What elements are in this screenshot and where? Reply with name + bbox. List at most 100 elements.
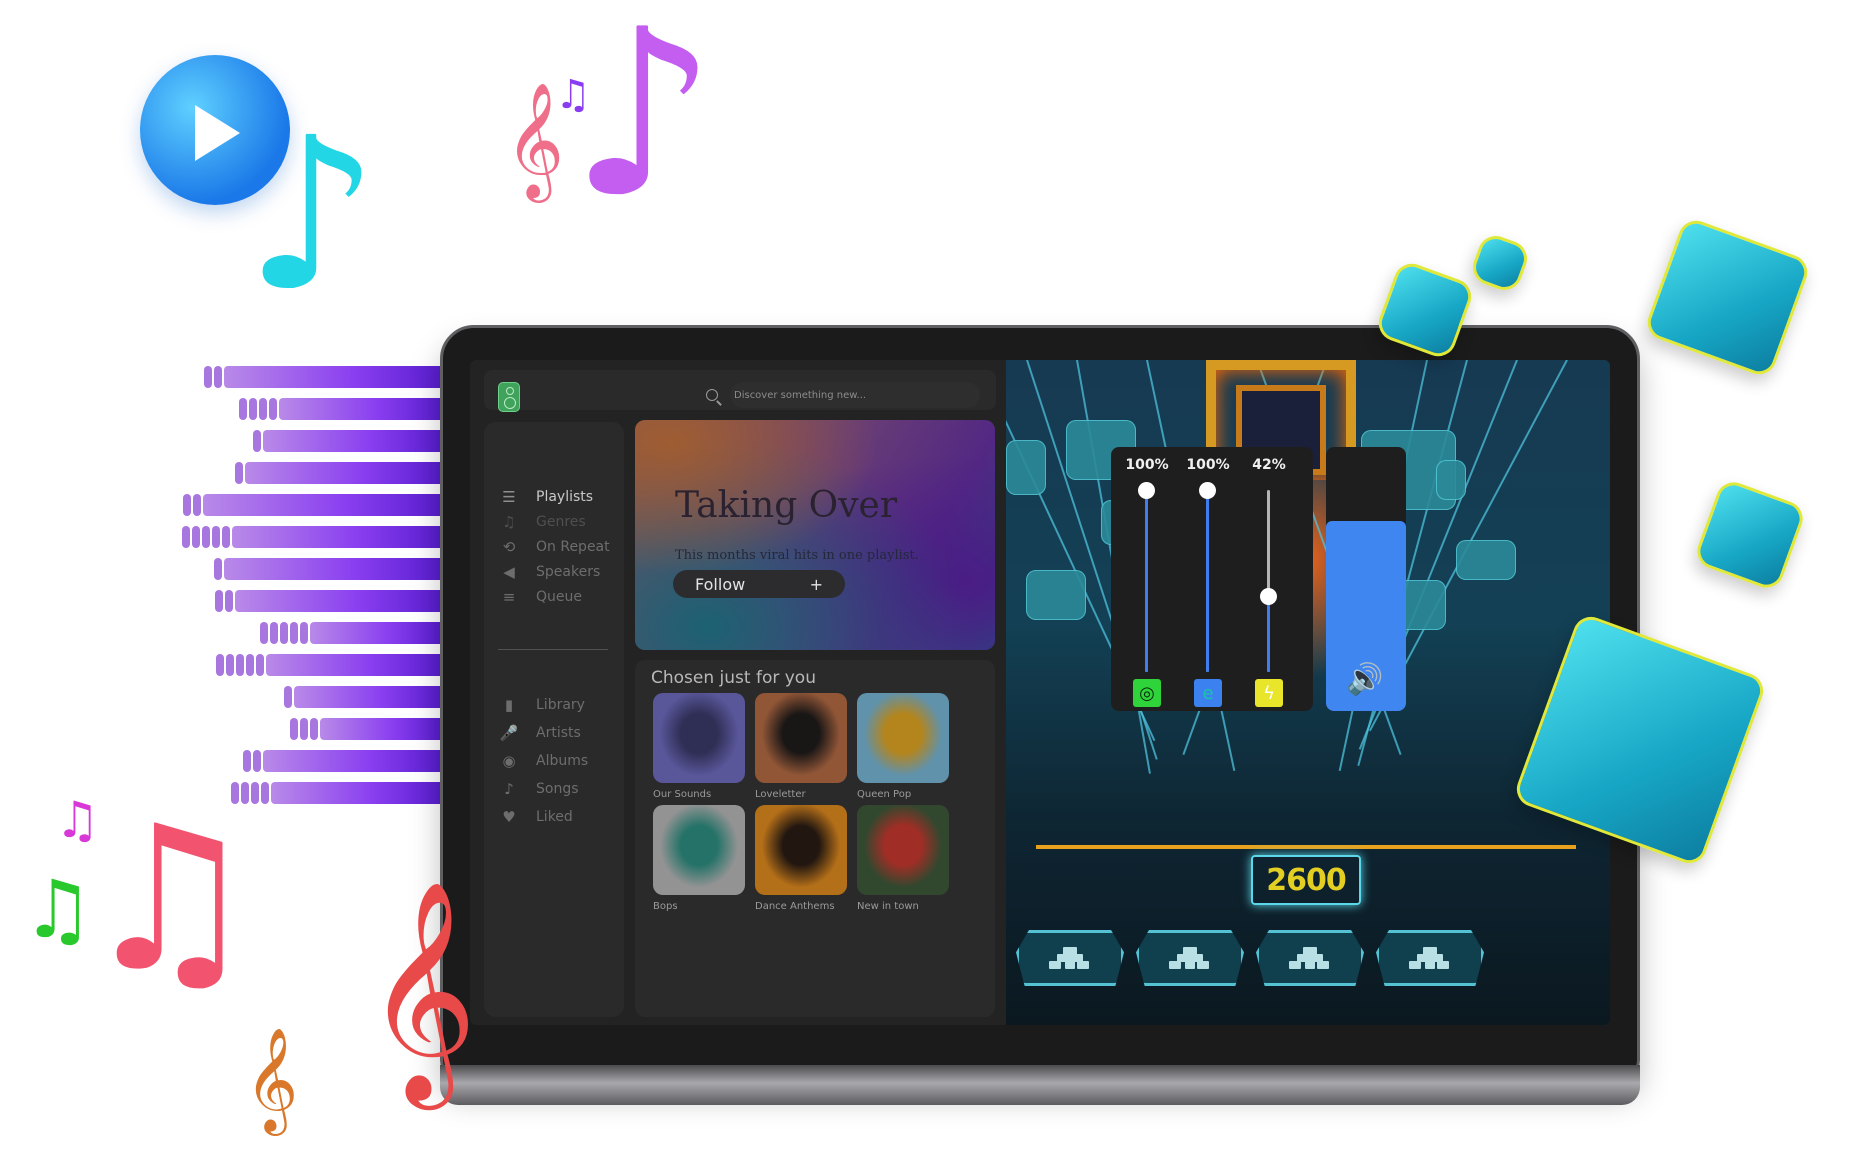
sidebar-item-speakers[interactable]: ◀ Speakers	[498, 561, 600, 583]
speaker-volume-icon[interactable]: 🔊	[1346, 662, 1383, 697]
equalizer-segment	[235, 461, 243, 484]
floating-cube	[1692, 477, 1808, 593]
tablet-screen: ☰ Playlists ♫ Genres ⟲ On Repeat ◀ Speakers ≡ Que…	[470, 360, 1610, 1025]
equalizer-segment	[284, 685, 292, 708]
equalizer-segment	[212, 525, 220, 548]
sidebar-item-artists[interactable]: 🎤 Artists	[498, 722, 581, 744]
search-input[interactable]	[730, 382, 980, 408]
equalizer-bar	[245, 461, 440, 484]
playlist-card[interactable]: New in town	[857, 805, 949, 912]
pink-treble-clef-icon: 𝄞	[505, 81, 565, 198]
playlist-cover-image[interactable]	[653, 805, 745, 895]
bolt-app-icon[interactable]: ϟ	[1255, 679, 1283, 707]
sidebar-item-songs[interactable]: ♪ Songs	[498, 778, 578, 800]
playlist-cover-image[interactable]	[857, 805, 949, 895]
volume-slider-thumb[interactable]	[1199, 482, 1216, 499]
featured-playlist-banner[interactable]: Taking Over This months viral hits in on…	[635, 420, 995, 650]
equalizer-segment	[310, 717, 318, 740]
playlist-cover-image[interactable]	[755, 805, 847, 895]
music-note-icon: ♪	[504, 780, 514, 798]
equalizer-segment	[290, 717, 298, 740]
queue-icon: ≡	[502, 588, 516, 606]
equalizer-bar	[263, 429, 440, 452]
top-bar	[484, 370, 996, 412]
playlist-card-label: Loveletter	[755, 789, 806, 800]
green-app-icon[interactable]: ◎	[1133, 679, 1161, 707]
sidebar-item-on-repeat[interactable]: ⟲ On Repeat	[498, 536, 610, 558]
sidebar-item-queue[interactable]: ≡ Queue	[498, 586, 582, 608]
playlist-card-label: Queen Pop	[857, 789, 912, 800]
magenta-music-note-icon: ♫	[55, 791, 100, 849]
playlist-card[interactable]: Dance Anthems	[755, 805, 847, 912]
equalizer-segment	[204, 365, 212, 388]
equalizer-segment	[259, 397, 267, 420]
volume-slider-fill	[1267, 595, 1270, 672]
game-control-pad[interactable]	[1256, 930, 1364, 986]
equalizer-bar	[263, 749, 440, 772]
equalizer-segment	[300, 717, 308, 740]
equalizer-segment	[300, 621, 308, 644]
game-control-pad[interactable]	[1016, 930, 1124, 986]
tablet-stand	[440, 1065, 1640, 1105]
volume-channel: 100% e	[1180, 457, 1236, 707]
equalizer-segment	[243, 749, 251, 772]
volume-slider-track[interactable]	[1199, 482, 1216, 672]
equalizer-bar	[320, 717, 440, 740]
playlist-card[interactable]: Loveletter	[755, 693, 847, 800]
game-control-pad[interactable]	[1136, 930, 1244, 986]
equalizer-bar	[203, 493, 440, 516]
playlist-cover-image[interactable]	[653, 693, 745, 783]
sidebar-item-label: On Repeat	[536, 539, 610, 555]
equalizer-bar	[266, 653, 440, 676]
sidebar-item-genres[interactable]: ♫ Genres	[498, 511, 585, 533]
floating-cube	[1467, 230, 1533, 296]
volume-slider-thumb[interactable]	[1138, 482, 1155, 499]
equalizer-segment	[246, 653, 254, 676]
equalizer-segment	[256, 653, 264, 676]
playlist-card[interactable]: Bops	[653, 805, 745, 912]
master-volume-slider[interactable]: 🔊	[1326, 447, 1406, 711]
equalizer-segment	[231, 781, 239, 804]
playlist-card[interactable]: Our Sounds	[653, 693, 745, 800]
volume-channel: 42% ϟ	[1241, 457, 1297, 707]
search-icon[interactable]	[706, 389, 718, 401]
sidebar-item-library[interactable]: ▮ Library	[498, 694, 585, 716]
promo-stage: ♪ ♪ ♫ 𝄞 ♫ ♫ ♫ 𝄞 𝄞 ☰ Playlists ♫ Genres ⟲ On R…	[0, 0, 1849, 1156]
playlist-cover-image[interactable]	[857, 693, 949, 783]
equalizer-segment	[215, 589, 223, 612]
edge-browser-icon[interactable]: e	[1194, 679, 1222, 707]
sidebar-item-label: Albums	[536, 753, 589, 769]
volume-channel: 100% ◎	[1119, 457, 1175, 707]
equalizer-row	[214, 557, 440, 580]
app-logo-speaker-icon[interactable]	[498, 382, 520, 412]
score-display: 2600	[1251, 855, 1361, 905]
blocks-icon	[1169, 947, 1211, 969]
volume-slider-fill	[1206, 490, 1209, 672]
purple-music-note-icon: ♪	[570, 0, 717, 248]
game-control-pad[interactable]	[1376, 930, 1484, 986]
volume-slider-track[interactable]	[1260, 490, 1277, 672]
sidebar-item-liked[interactable]: ♥ Liked	[498, 806, 573, 828]
gradient-music-note-icon: ♫	[80, 783, 260, 1016]
equalizer-segment	[216, 653, 224, 676]
equalizer-row	[235, 461, 440, 484]
playlist-cover-image[interactable]	[755, 693, 847, 783]
game-obstacle-cube	[1006, 440, 1046, 495]
follow-button[interactable]: Follow +	[673, 570, 845, 598]
playlist-icon: ☰	[502, 488, 516, 506]
game-view: 2600 100% ◎ 100% e 42% ϟ 🔊	[1006, 360, 1610, 1025]
sidebar-divider	[498, 649, 608, 650]
equalizer-segment	[249, 397, 257, 420]
volume-slider-track[interactable]	[1138, 482, 1155, 672]
volume-slider-thumb[interactable]	[1260, 587, 1277, 605]
blocks-icon	[1409, 947, 1451, 969]
repeat-icon: ⟲	[502, 538, 516, 556]
equalizer-segment	[226, 653, 234, 676]
equalizer-segment	[225, 589, 233, 612]
playlist-card[interactable]: Queen Pop	[857, 693, 949, 800]
playlist-card-label: New in town	[857, 901, 919, 912]
sidebar-item-playlists[interactable]: ☰ Playlists	[498, 486, 593, 508]
equalizer-segment	[183, 493, 191, 516]
sidebar-item-albums[interactable]: ◉ Albums	[498, 750, 588, 772]
sidebar: ☰ Playlists ♫ Genres ⟲ On Repeat ◀ Speakers ≡ Que…	[484, 422, 624, 1017]
